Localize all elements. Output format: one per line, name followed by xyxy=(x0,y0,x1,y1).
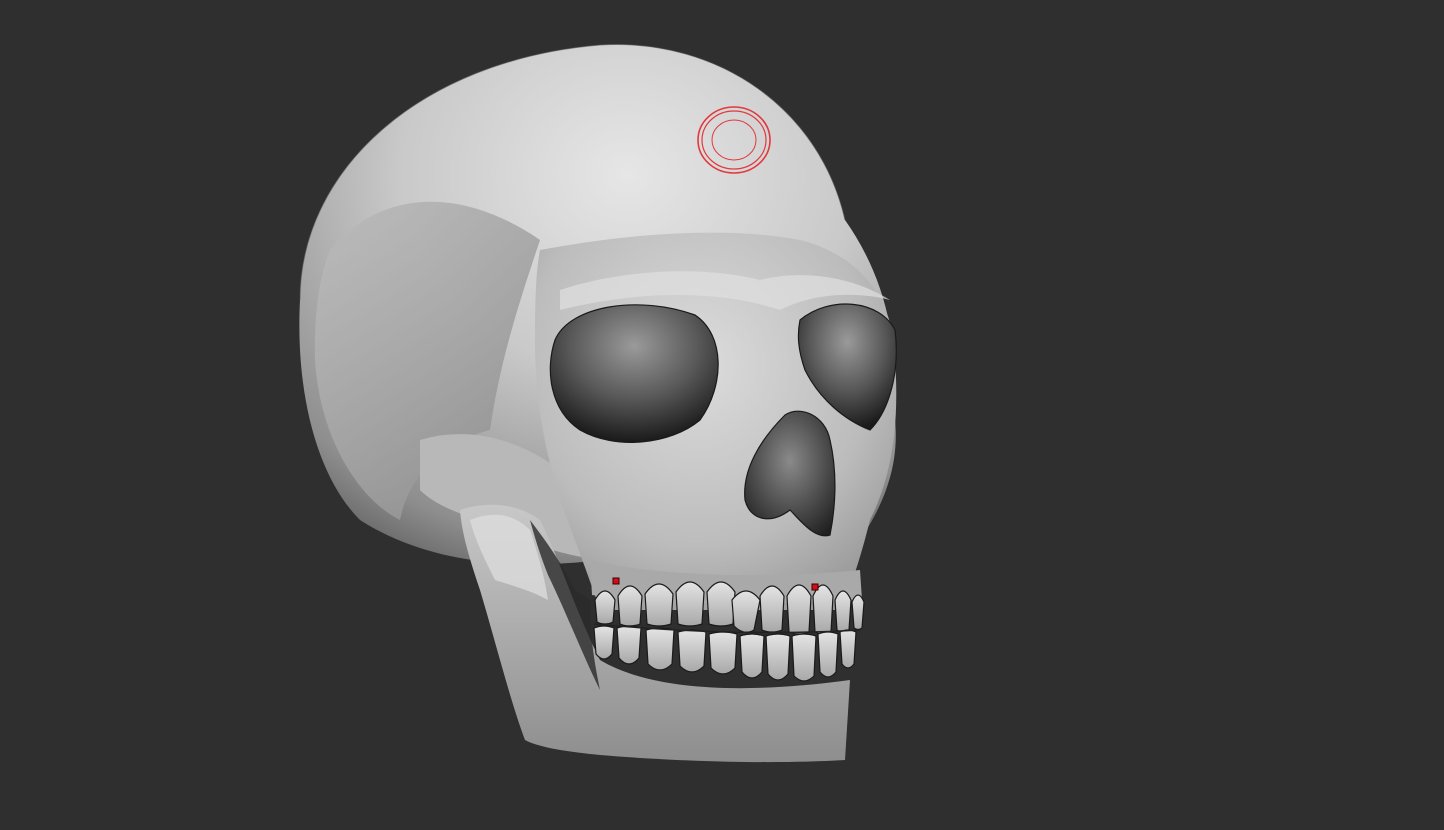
tooth xyxy=(812,584,834,635)
tooth xyxy=(675,581,705,627)
viewport-canvas[interactable] xyxy=(0,0,1444,830)
tooth xyxy=(765,633,791,681)
tooth xyxy=(706,581,736,627)
point-marker-icon[interactable] xyxy=(612,577,620,585)
tooth xyxy=(786,584,812,635)
tooth xyxy=(834,590,852,633)
tooth xyxy=(645,627,675,671)
tooth xyxy=(817,631,839,678)
tooth xyxy=(594,590,616,625)
tooth xyxy=(851,594,865,631)
tooth xyxy=(593,625,615,660)
tooth xyxy=(739,633,765,679)
tooth xyxy=(616,625,642,665)
tooth xyxy=(617,585,643,627)
sculpt-viewport[interactable] xyxy=(0,0,1444,830)
tooth xyxy=(839,629,857,669)
skull-left-orbit xyxy=(549,304,719,443)
tooth xyxy=(759,585,785,633)
tooth xyxy=(708,631,738,675)
skull-lower-teeth xyxy=(593,625,857,682)
tooth xyxy=(677,629,707,673)
skull-model[interactable] xyxy=(299,44,897,763)
tooth xyxy=(644,583,674,627)
tooth xyxy=(791,633,817,682)
point-marker-icon[interactable] xyxy=(811,583,819,591)
tooth xyxy=(731,590,761,633)
